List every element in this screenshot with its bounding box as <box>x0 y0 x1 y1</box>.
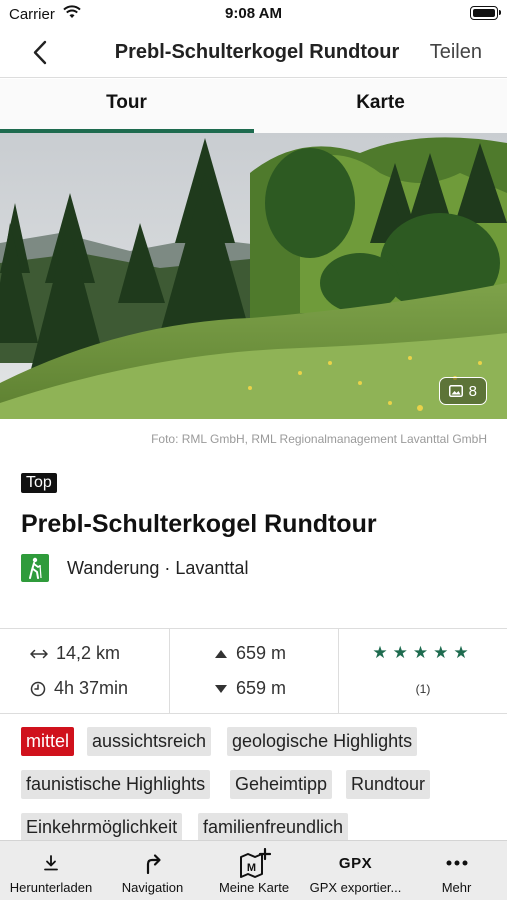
stats-rating[interactable]: ★★★★★ (1) <box>339 629 507 713</box>
more-button[interactable]: Mehr <box>406 841 507 900</box>
distance-value: 14,2 km <box>56 643 121 663</box>
turn-right-icon <box>102 851 203 875</box>
tab-bar: Tour Karte <box>0 79 507 133</box>
distance-stat: 14,2 km <box>30 643 120 664</box>
tag-difficulty[interactable]: mittel <box>21 727 75 756</box>
distance-arrows-icon <box>30 649 48 658</box>
ascent-value: 659 m <box>236 643 287 663</box>
share-button[interactable]: Teilen <box>430 41 482 64</box>
tag-item[interactable]: faunistische Highlights <box>21 770 211 799</box>
duration-stat: 4h 37min <box>30 678 128 699</box>
tab-tour[interactable]: Tour <box>0 79 253 133</box>
more-icon <box>406 851 507 875</box>
photo-count-badge[interactable]: 8 <box>438 377 487 405</box>
photo-count: 8 <box>468 382 477 400</box>
status-bar: Carrier 9:08 AM <box>0 0 507 28</box>
gpx-icon-text: GPX <box>338 854 373 872</box>
photo-credit: Foto: RML GmbH, RML Regionalmanagement L… <box>151 432 487 446</box>
tour-photo[interactable]: 8 <box>0 133 507 419</box>
tour-category: Wanderung · Lavanttal <box>67 557 249 578</box>
tab-karte[interactable]: Karte <box>254 79 507 133</box>
navigation-label: Navigation <box>121 880 184 895</box>
tour-title: Prebl-Schulterkogel Rundtour <box>21 510 377 538</box>
clock-icon <box>30 681 46 696</box>
descent-value: 659 m <box>236 678 287 698</box>
hiking-icon <box>21 554 49 582</box>
descent-icon <box>215 684 227 693</box>
tag-item[interactable]: geologische Highlights <box>227 727 418 756</box>
stats-distance-duration: 14,2 km 4h 37min <box>0 629 170 713</box>
svg-text:M: M <box>247 862 256 874</box>
chevron-left-icon <box>33 40 47 65</box>
ascent-stat: 659 m <box>214 643 286 664</box>
gpx-export-label: GPX exportier... <box>309 880 402 895</box>
tag-item[interactable]: Rundtour <box>346 770 431 799</box>
tag-item[interactable]: familienfreundlich <box>198 813 349 842</box>
forest-meadow-photo <box>0 133 507 419</box>
my-map-button[interactable]: M Meine Karte <box>203 841 305 900</box>
bottom-toolbar: Herunterladen Navigation M Meine Karte G… <box>0 840 507 900</box>
top-badge: Top <box>21 473 57 493</box>
rating-count: (1) <box>415 682 431 696</box>
stats-elevation: 659 m 659 m <box>170 629 339 713</box>
download-label: Herunterladen <box>9 880 93 895</box>
tag-item[interactable]: aussichtsreich <box>87 727 212 756</box>
download-icon <box>0 851 102 875</box>
image-icon <box>448 385 463 397</box>
gpx-export-button[interactable]: GPX GPX exportier... <box>305 841 406 900</box>
navigation-button[interactable]: Navigation <box>102 841 203 900</box>
my-map-label: Meine Karte <box>218 880 290 895</box>
ascent-icon <box>215 649 227 658</box>
more-label: Mehr <box>441 880 472 895</box>
gpx-icon: GPX <box>305 851 406 875</box>
tour-stats: 14,2 km 4h 37min 659 m 659 m ★★★★★ (1) <box>0 628 507 714</box>
tag-item[interactable]: Geheimtipp <box>230 770 333 799</box>
tag-item[interactable]: Einkehrmöglichkeit <box>21 813 183 842</box>
navigation-bar: Prebl-Schulterkogel Rundtour Teilen <box>0 28 507 78</box>
category-row: Wanderung · Lavanttal <box>21 554 248 582</box>
page-title: Prebl-Schulterkogel Rundtour <box>114 41 400 63</box>
download-button[interactable]: Herunterladen <box>0 841 102 900</box>
rating-stars: ★★★★★ <box>372 643 474 662</box>
battery-icon <box>470 6 501 20</box>
clock: 9:08 AM <box>225 5 282 22</box>
descent-stat: 659 m <box>214 678 286 699</box>
duration-value: 4h 37min <box>54 678 129 698</box>
add-map-icon: M <box>203 848 305 878</box>
back-button[interactable] <box>26 38 56 68</box>
